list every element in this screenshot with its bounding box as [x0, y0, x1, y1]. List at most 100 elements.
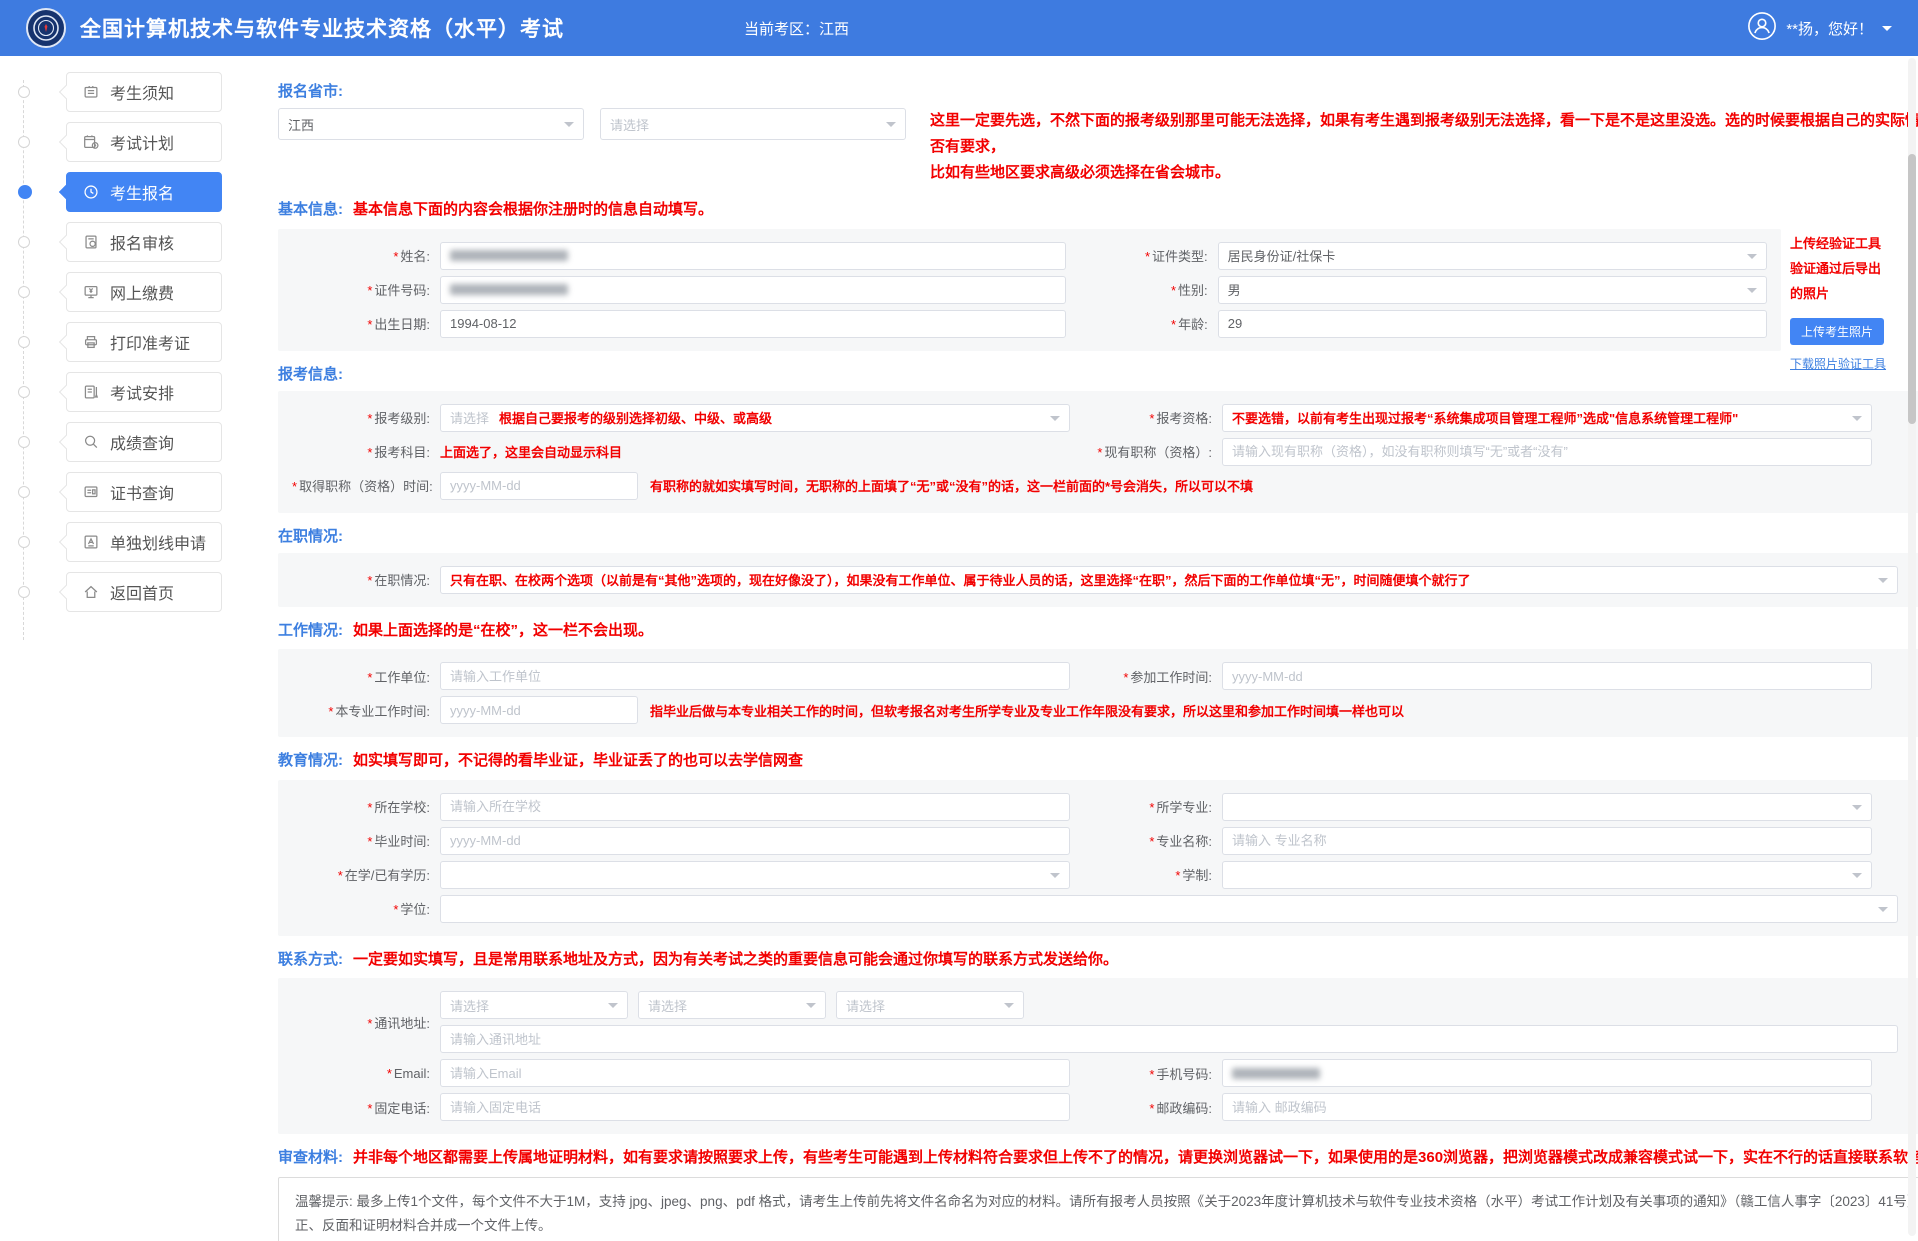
- sidebar-item-notice[interactable]: 考生须知: [66, 72, 222, 112]
- sidebar-item-home[interactable]: 返回首页: [66, 572, 222, 612]
- basic-section: *姓名: *证件类型: 居民身份证/社保卡 *证件号码: *性别: 男: [278, 229, 1918, 351]
- user-greeting: **扬，您好！: [1786, 18, 1873, 39]
- sidebar-item-separate-line[interactable]: 单独划线申请: [66, 522, 222, 562]
- scrollbar-track[interactable]: [1908, 58, 1916, 1236]
- row-school-major: *所在学校: *所学专业:: [292, 793, 1918, 821]
- row-degree: *学位:: [292, 895, 1918, 923]
- row-name-idtype: *姓名: *证件类型: 居民身份证/社保卡: [292, 242, 1767, 270]
- zip-input[interactable]: [1222, 1093, 1872, 1121]
- idtype-select[interactable]: 居民身份证/社保卡: [1218, 242, 1767, 270]
- name-input[interactable]: [440, 242, 1066, 270]
- sidebar-item-scores[interactable]: 成绩查询: [66, 422, 222, 462]
- row-email-mobile: *Email: *手机号码:: [292, 1059, 1918, 1087]
- title-time-input[interactable]: [440, 472, 638, 500]
- major-work-time-input[interactable]: [440, 696, 638, 724]
- notice-icon: [82, 83, 100, 101]
- document-stamp-icon: [82, 233, 100, 251]
- degree-select[interactable]: [440, 895, 1898, 923]
- sidebar-item-payment[interactable]: 网上缴费: [66, 272, 222, 312]
- user-menu[interactable]: **扬，您好！: [1747, 11, 1892, 45]
- province-select[interactable]: 江西: [278, 108, 584, 140]
- magnifier-icon: [82, 433, 100, 451]
- join-work-time-input[interactable]: [1222, 662, 1872, 690]
- birth-input[interactable]: [440, 310, 1066, 338]
- major-name-input[interactable]: [1222, 827, 1872, 855]
- work-section-head: 工作情况: 如果上面选择的是“在校”，这一栏不会出现。: [278, 619, 1918, 643]
- sidebar-item-label: 返回首页: [110, 580, 174, 604]
- avatar-icon: [1747, 11, 1777, 45]
- app-header: 全国计算机技术与软件专业技术资格（水平）考试 当前考区： 江西 **扬，您好！: [0, 0, 1918, 56]
- major-select[interactable]: [1222, 793, 1872, 821]
- sidebar-item-print-ticket[interactable]: 打印准考证: [66, 322, 222, 362]
- audit-section-label: 审查材料:: [278, 1146, 343, 1167]
- sidebar-item-schedule[interactable]: 考试安排: [66, 372, 222, 412]
- idtype-label: *证件类型:: [1066, 246, 1218, 265]
- name-label: *姓名:: [292, 246, 440, 265]
- current-region: 当前考区： 江西: [744, 18, 849, 39]
- chevron-down-icon: [564, 122, 574, 132]
- mobile-label: *手机号码:: [1070, 1064, 1222, 1083]
- employ-status-select[interactable]: 只有在职、在校两个选项（以前是有“其他”选项的，现在好像没了），如果没有工作单位…: [440, 566, 1898, 594]
- chevron-down-icon: [886, 122, 896, 132]
- level-placeholder: 请选择: [450, 408, 489, 427]
- sidebar-item-register[interactable]: 考生报名: [66, 172, 222, 212]
- employ-status-label: *在职情况:: [292, 570, 440, 589]
- email-input[interactable]: [440, 1059, 1070, 1087]
- phone-input[interactable]: [440, 1093, 1070, 1121]
- mobile-input[interactable]: [1222, 1059, 1872, 1087]
- school-input[interactable]: [440, 793, 1070, 821]
- title-input[interactable]: [1222, 438, 1872, 466]
- city-select-placeholder: 请选择: [610, 115, 649, 134]
- qual-select[interactable]: 不要选错，以前有考生出现过报考“系统集成项目管理工程师”选成"信息系统管理工程师…: [1222, 404, 1872, 432]
- title-label: *现有职称（资格）:: [1070, 442, 1222, 461]
- chevron-down-icon: [1852, 416, 1862, 426]
- address-detail-input[interactable]: [440, 1025, 1898, 1053]
- idnum-input[interactable]: [440, 276, 1066, 304]
- province-section-label: 报名省市:: [278, 80, 343, 101]
- row-address: *通讯地址: 请选择 请选择 请选择: [292, 991, 1918, 1053]
- sidebar-item-plan[interactable]: 考试计划: [66, 122, 222, 162]
- level-label: *报考级别:: [292, 408, 440, 427]
- grad-time-input[interactable]: [440, 827, 1070, 855]
- home-icon: [82, 583, 100, 601]
- chevron-down-icon: [1882, 26, 1892, 36]
- qual-label: *报考资格:: [1070, 408, 1222, 427]
- address-province-select[interactable]: 请选择: [440, 991, 628, 1019]
- address-district-select[interactable]: 请选择: [836, 991, 1024, 1019]
- scrollbar-thumb[interactable]: [1908, 154, 1916, 424]
- sidebar-item-certificate[interactable]: 证书查询: [66, 472, 222, 512]
- title-time-note: 有职称的就如实填写时间，无职称的上面填了“无”或“没有”的话，这一栏前面的*号会…: [650, 476, 1253, 495]
- contact-section-label: 联系方式:: [278, 948, 343, 969]
- calendar-clock-icon: [82, 133, 100, 151]
- age-input[interactable]: [1218, 310, 1767, 338]
- degree-level-select[interactable]: [440, 861, 1070, 889]
- city-select[interactable]: 请选择: [600, 108, 906, 140]
- edu-section-label: 教育情况:: [278, 749, 343, 770]
- timeline-dot: [18, 286, 30, 298]
- school-label: *所在学校:: [292, 797, 440, 816]
- major-work-note: 指毕业后做与本专业相关工作的时间，但软考报名对考生所学专业及专业工作年限没有要求…: [650, 701, 1404, 720]
- work-unit-input[interactable]: [440, 662, 1070, 690]
- birth-label: *出生日期:: [292, 314, 440, 333]
- upload-tip-box: 温馨提示: 最多上传1个文件，每个文件不大于1M，支持 jpg、jpeg、png…: [278, 1177, 1918, 1241]
- row-idnum-gender: *证件号码: *性别: 男: [292, 276, 1767, 304]
- card-notch: [59, 235, 73, 249]
- upload-photo-button[interactable]: 上传考生照片: [1790, 318, 1884, 345]
- years-select[interactable]: [1222, 861, 1872, 889]
- grad-label: *毕业时间:: [292, 831, 440, 850]
- download-photo-tool-link[interactable]: 下载照片验证工具: [1790, 355, 1884, 372]
- card-notch: [59, 485, 73, 499]
- level-select[interactable]: 请选择 根据自己要报考的级别选择初级、中级、或高级: [440, 404, 1070, 432]
- clock-icon: [82, 183, 100, 201]
- employ-section: *在职情况: 只有在职、在校两个选项（以前是有“其他”选项的，现在好像没了），如…: [278, 553, 1918, 607]
- grade-line-icon: [82, 533, 100, 551]
- sidebar-item-review[interactable]: 报名审核: [66, 222, 222, 262]
- province-row: 江西 请选择 这里一定要先选，不然下面的报考级别那里可能无法选择，如果有考生遇到…: [278, 108, 1918, 186]
- unit-label: *工作单位:: [292, 667, 440, 686]
- sidebar-item-label: 报名审核: [110, 230, 174, 254]
- sidebar-item-label: 单独划线申请: [110, 530, 206, 554]
- address-city-select[interactable]: 请选择: [638, 991, 826, 1019]
- card-notch: [59, 535, 73, 549]
- gender-select[interactable]: 男: [1218, 276, 1767, 304]
- chevron-down-icon: [1878, 578, 1888, 588]
